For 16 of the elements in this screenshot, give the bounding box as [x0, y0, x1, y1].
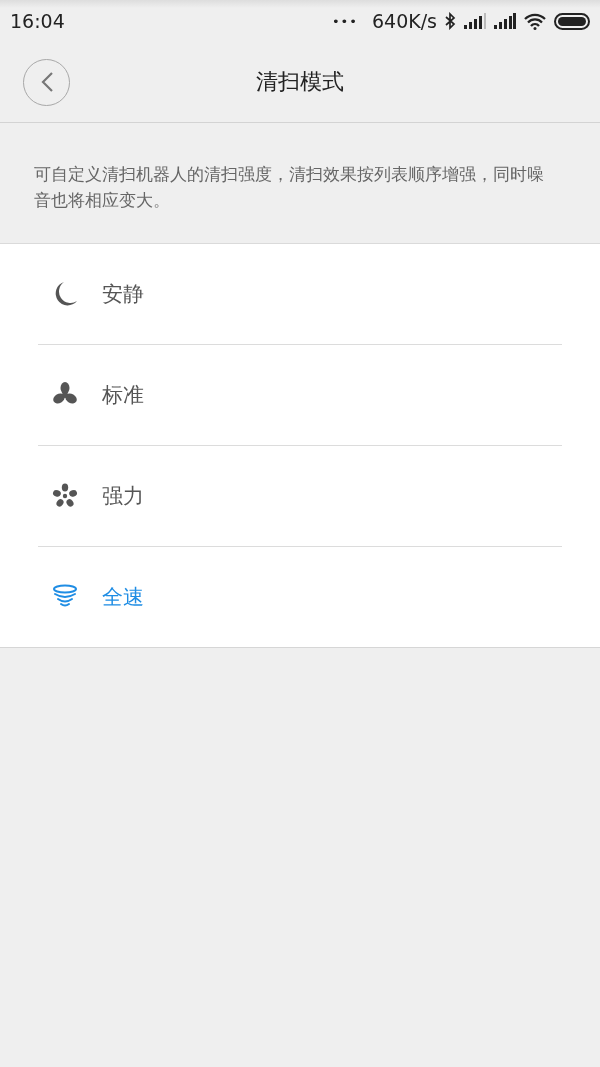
battery-icon	[554, 12, 590, 30]
fan-icon	[52, 483, 78, 509]
network-speed: 640K/s	[371, 10, 437, 32]
signal-icon	[494, 13, 516, 29]
more-dots: •••	[331, 13, 358, 29]
bluetooth-icon	[445, 12, 456, 30]
mode-item[interactable]: 强力	[38, 446, 562, 547]
wifi-icon	[524, 12, 546, 30]
clock-time: 16:04	[10, 10, 65, 32]
mode-item[interactable]: 安静	[38, 244, 562, 345]
page-title: 清扫模式	[256, 68, 344, 96]
signal-icon	[464, 13, 486, 29]
back-icon	[39, 71, 54, 93]
mode-item[interactable]: 标准	[38, 345, 562, 446]
mode-item[interactable]: 全速	[38, 547, 562, 647]
description-text: 可自定义清扫机器人的清扫强度，清扫效果按列表顺序增强，同时噪音也将相应变大。	[34, 163, 545, 212]
